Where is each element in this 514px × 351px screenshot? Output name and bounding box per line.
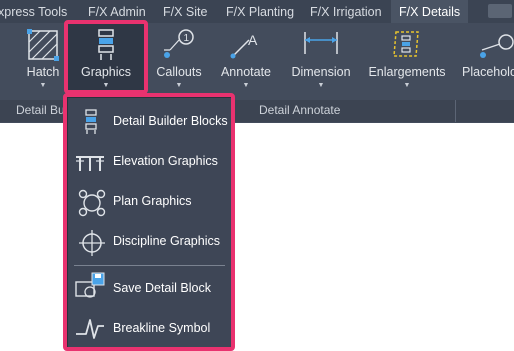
callouts-icon: 1 [164,29,194,58]
callouts-label: Callouts [156,65,202,79]
dropdown-highlight-box [63,93,235,351]
annotate-label: Annotate [220,65,272,79]
group-label-detail-annotate: Detail Annotate [259,103,341,117]
graphics-highlight-box [64,20,148,94]
enlargements-icon [393,31,419,57]
tab-fx-irrigation[interactable]: F/X Irrigation [310,0,382,23]
svg-text:A: A [248,32,258,48]
dimension-button[interactable]: Dimension ▼ [286,24,356,94]
tab-express-tools[interactable]: xpress Tools [0,0,67,23]
hatch-icon [27,29,59,61]
tab-fx-planting[interactable]: F/X Planting [226,0,294,23]
callouts-button[interactable]: 1 Callouts ▼ [148,24,210,94]
chevron-down-icon: ▼ [39,82,47,89]
ribbon-minimize-button[interactable] [488,4,512,18]
chevron-down-icon: ▼ [403,82,411,89]
enlargements-button[interactable]: Enlargements ▼ [366,24,448,94]
chevron-down-icon: ▼ [242,82,250,89]
enlargements-label: Enlargements [368,65,446,79]
tab-fx-site[interactable]: F/X Site [163,0,207,23]
group-label-detail-builder: Detail Bu [16,103,65,117]
dimension-label: Dimension [291,65,351,79]
placeholder-button[interactable]: Placeholo [458,24,514,94]
svg-text:1: 1 [184,33,190,44]
annotate-button[interactable]: A Annotate ▼ [213,24,279,94]
placeholder-icon [480,34,514,58]
chevron-down-icon: ▼ [317,82,325,89]
tab-fx-details[interactable]: F/X Details [391,0,469,24]
dimension-icon [304,32,338,54]
annotate-icon: A [230,32,258,59]
placeholder-label: Placeholo [462,65,514,79]
chevron-down-icon: ▼ [175,82,183,89]
group-divider [455,100,456,122]
